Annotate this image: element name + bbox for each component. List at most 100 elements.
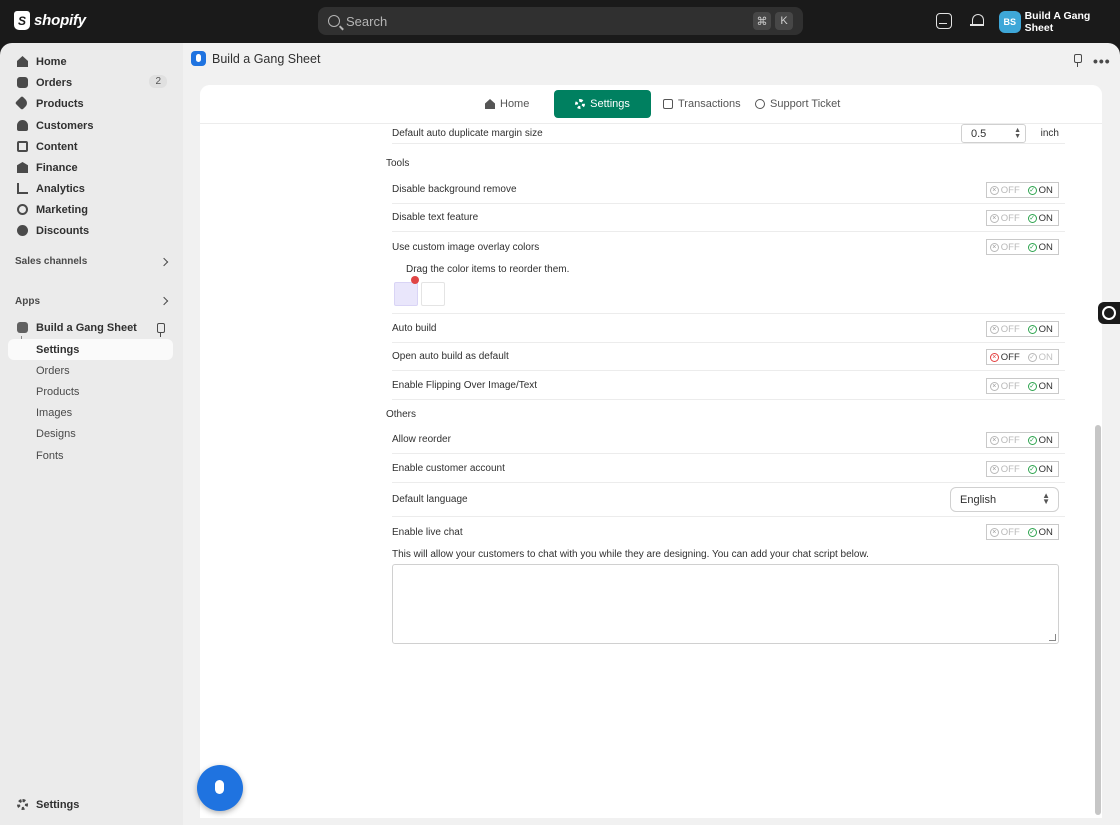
tab-settings[interactable]: Settings [554, 90, 651, 118]
pin-icon[interactable] [157, 323, 165, 337]
sidebar-item-home[interactable]: Home [8, 51, 173, 72]
chevron-right-icon[interactable] [159, 257, 169, 267]
toggle-switch[interactable]: × OFF ✓ ON [986, 321, 1059, 337]
row-label: Default auto duplicate margin size [392, 128, 543, 139]
stepper-icon[interactable]: ▲ ▼ [1014, 127, 1021, 140]
store-name: Build A Gang Sheet [1024, 10, 1091, 34]
app-logo-icon [191, 51, 206, 66]
more-options-icon[interactable]: ••• [1093, 53, 1111, 69]
toggle-switch[interactable]: × OFF ✓ ON [986, 182, 1059, 198]
tab-label: Support Ticket [770, 98, 841, 110]
row-label: Enable live chat [392, 526, 463, 538]
sidebar-item-marketing[interactable]: Marketing [8, 199, 173, 220]
remove-color-icon[interactable] [411, 276, 419, 284]
sidebar-subitem-settings[interactable]: Settings [8, 339, 173, 360]
toggle-switch[interactable]: × OFF ✓ ON [986, 210, 1059, 226]
scrollbar[interactable] [1095, 425, 1101, 815]
toggle-off-option[interactable]: × OFF [987, 462, 1023, 476]
tab-label: Home [500, 98, 530, 110]
on-label: ON [1038, 241, 1053, 253]
row-label: Disable text feature [392, 212, 479, 223]
analytics-icon [17, 183, 28, 194]
toggle-on-option[interactable]: ✓ ON [1023, 350, 1059, 364]
margin-size-row: Default auto duplicate margin size 0.5 ▲… [392, 124, 1065, 144]
color-swatch[interactable] [394, 282, 418, 306]
live-chat-hint: This will allow your customers to chat w… [392, 549, 869, 560]
bell-icon[interactable] [970, 13, 986, 29]
page-title: Build a Gang Sheet [212, 51, 321, 66]
setting-row: Open auto build as default × OFF ✓ ON [392, 343, 1065, 371]
inbox-icon[interactable] [936, 13, 952, 29]
toggle-off-option[interactable]: × OFF [987, 379, 1023, 393]
color-swatch[interactable] [421, 282, 445, 306]
toggle-off-option[interactable]: × OFF [987, 350, 1023, 364]
setting-row-overlay-colors: Use custom image overlay colors × OFF ✓ ON… [392, 233, 1065, 314]
tab-transactions[interactable]: Transactions [663, 90, 741, 118]
margin-size-input[interactable]: 0.5 ▲ ▼ [961, 124, 1026, 143]
row-label: Default language [392, 494, 468, 505]
toggle-off-option[interactable]: × OFF [987, 525, 1023, 539]
toggle-off-option[interactable]: × OFF [987, 433, 1023, 447]
toggle-switch[interactable]: × OFF ✓ ON [986, 349, 1059, 365]
sidebar-item-finance[interactable]: Finance [8, 157, 173, 178]
sidebar-item-customers[interactable]: Customers [8, 115, 173, 136]
toggle-switch[interactable]: × OFF ✓ ON [986, 432, 1059, 448]
on-label: ON [1038, 351, 1053, 363]
sidebar-subitem-orders[interactable]: Orders [8, 360, 173, 381]
sidebar-subitem-fonts[interactable]: Fonts [8, 445, 173, 466]
toggle-switch[interactable]: × OFF ✓ ON [986, 239, 1059, 255]
row-label: Allow reorder [392, 434, 451, 445]
apps-label[interactable]: Apps [15, 296, 40, 307]
search-input[interactable]: Search ⌘ K [318, 7, 803, 35]
toggle-off-option[interactable]: × OFF [987, 322, 1023, 336]
close-icon: × [989, 352, 999, 362]
finance-icon [17, 162, 28, 173]
sidebar-item-settings[interactable]: Settings [8, 794, 173, 815]
resize-handle-icon[interactable] [1049, 634, 1056, 641]
store-menu[interactable]: BS Build A Gang Sheet [999, 10, 1120, 34]
toggle-on-option[interactable]: ✓ ON [1023, 462, 1059, 476]
sidebar-subitem-images[interactable]: Images [8, 402, 173, 423]
sidebar-item-products[interactable]: Products [8, 93, 173, 114]
toggle-off-option[interactable]: × OFF [987, 240, 1023, 254]
toggle-switch[interactable]: × OFF ✓ ON [986, 378, 1059, 394]
sidebar-item-analytics[interactable]: Analytics [8, 178, 173, 199]
toggle-on-option[interactable]: ✓ ON [1023, 433, 1059, 447]
toggle-on-option[interactable]: ✓ ON [1023, 183, 1059, 197]
sidebar-item-orders[interactable]: Orders 2 [8, 72, 173, 93]
on-label: ON [1038, 323, 1053, 335]
toggle-off-option[interactable]: × OFF [987, 211, 1023, 225]
toggle-on-option[interactable]: ✓ ON [1023, 525, 1059, 539]
toggle-on-option[interactable]: ✓ ON [1023, 379, 1059, 393]
toggle-on-option[interactable]: ✓ ON [1023, 211, 1059, 225]
row-label: Auto build [392, 323, 437, 334]
shopify-logo[interactable]: shopify [14, 11, 86, 30]
toggle-on-option[interactable]: ✓ ON [1023, 322, 1059, 336]
sidebar-item-label: Settings [36, 798, 80, 811]
on-label: ON [1038, 184, 1053, 196]
marketing-icon [17, 204, 28, 215]
tab-support-ticket[interactable]: Support Ticket [755, 90, 840, 118]
toggle-switch[interactable]: × OFF ✓ ON [986, 524, 1059, 540]
check-icon: ✓ [1027, 324, 1037, 334]
unit-label: inch [1040, 128, 1059, 139]
language-select[interactable]: English ▲ ▼ [950, 487, 1059, 512]
toggle-off-option[interactable]: × OFF [987, 183, 1023, 197]
sidebar-subitem-designs[interactable]: Designs [8, 423, 173, 444]
sidebar-item-discounts[interactable]: Discounts [8, 220, 173, 241]
sidebar-subitem-products[interactable]: Products [8, 381, 173, 402]
sidebar-item-app[interactable]: Build a Gang Sheet [8, 317, 173, 338]
chat-script-textarea[interactable] [392, 564, 1059, 644]
tab-home[interactable]: Home [485, 90, 529, 118]
close-icon: × [989, 527, 999, 537]
sales-channels-label[interactable]: Sales channels [15, 256, 87, 267]
toggle-on-option[interactable]: ✓ ON [1023, 240, 1059, 254]
chevron-right-icon[interactable] [159, 296, 169, 306]
pin-icon[interactable] [1074, 54, 1082, 67]
help-icon [755, 99, 765, 109]
app-chat-button[interactable] [197, 765, 243, 811]
off-label: OFF [1000, 526, 1020, 538]
sidebar-item-content[interactable]: Content [8, 136, 173, 157]
support-widget-icon[interactable] [1098, 302, 1120, 324]
toggle-switch[interactable]: × OFF ✓ ON [986, 461, 1059, 477]
